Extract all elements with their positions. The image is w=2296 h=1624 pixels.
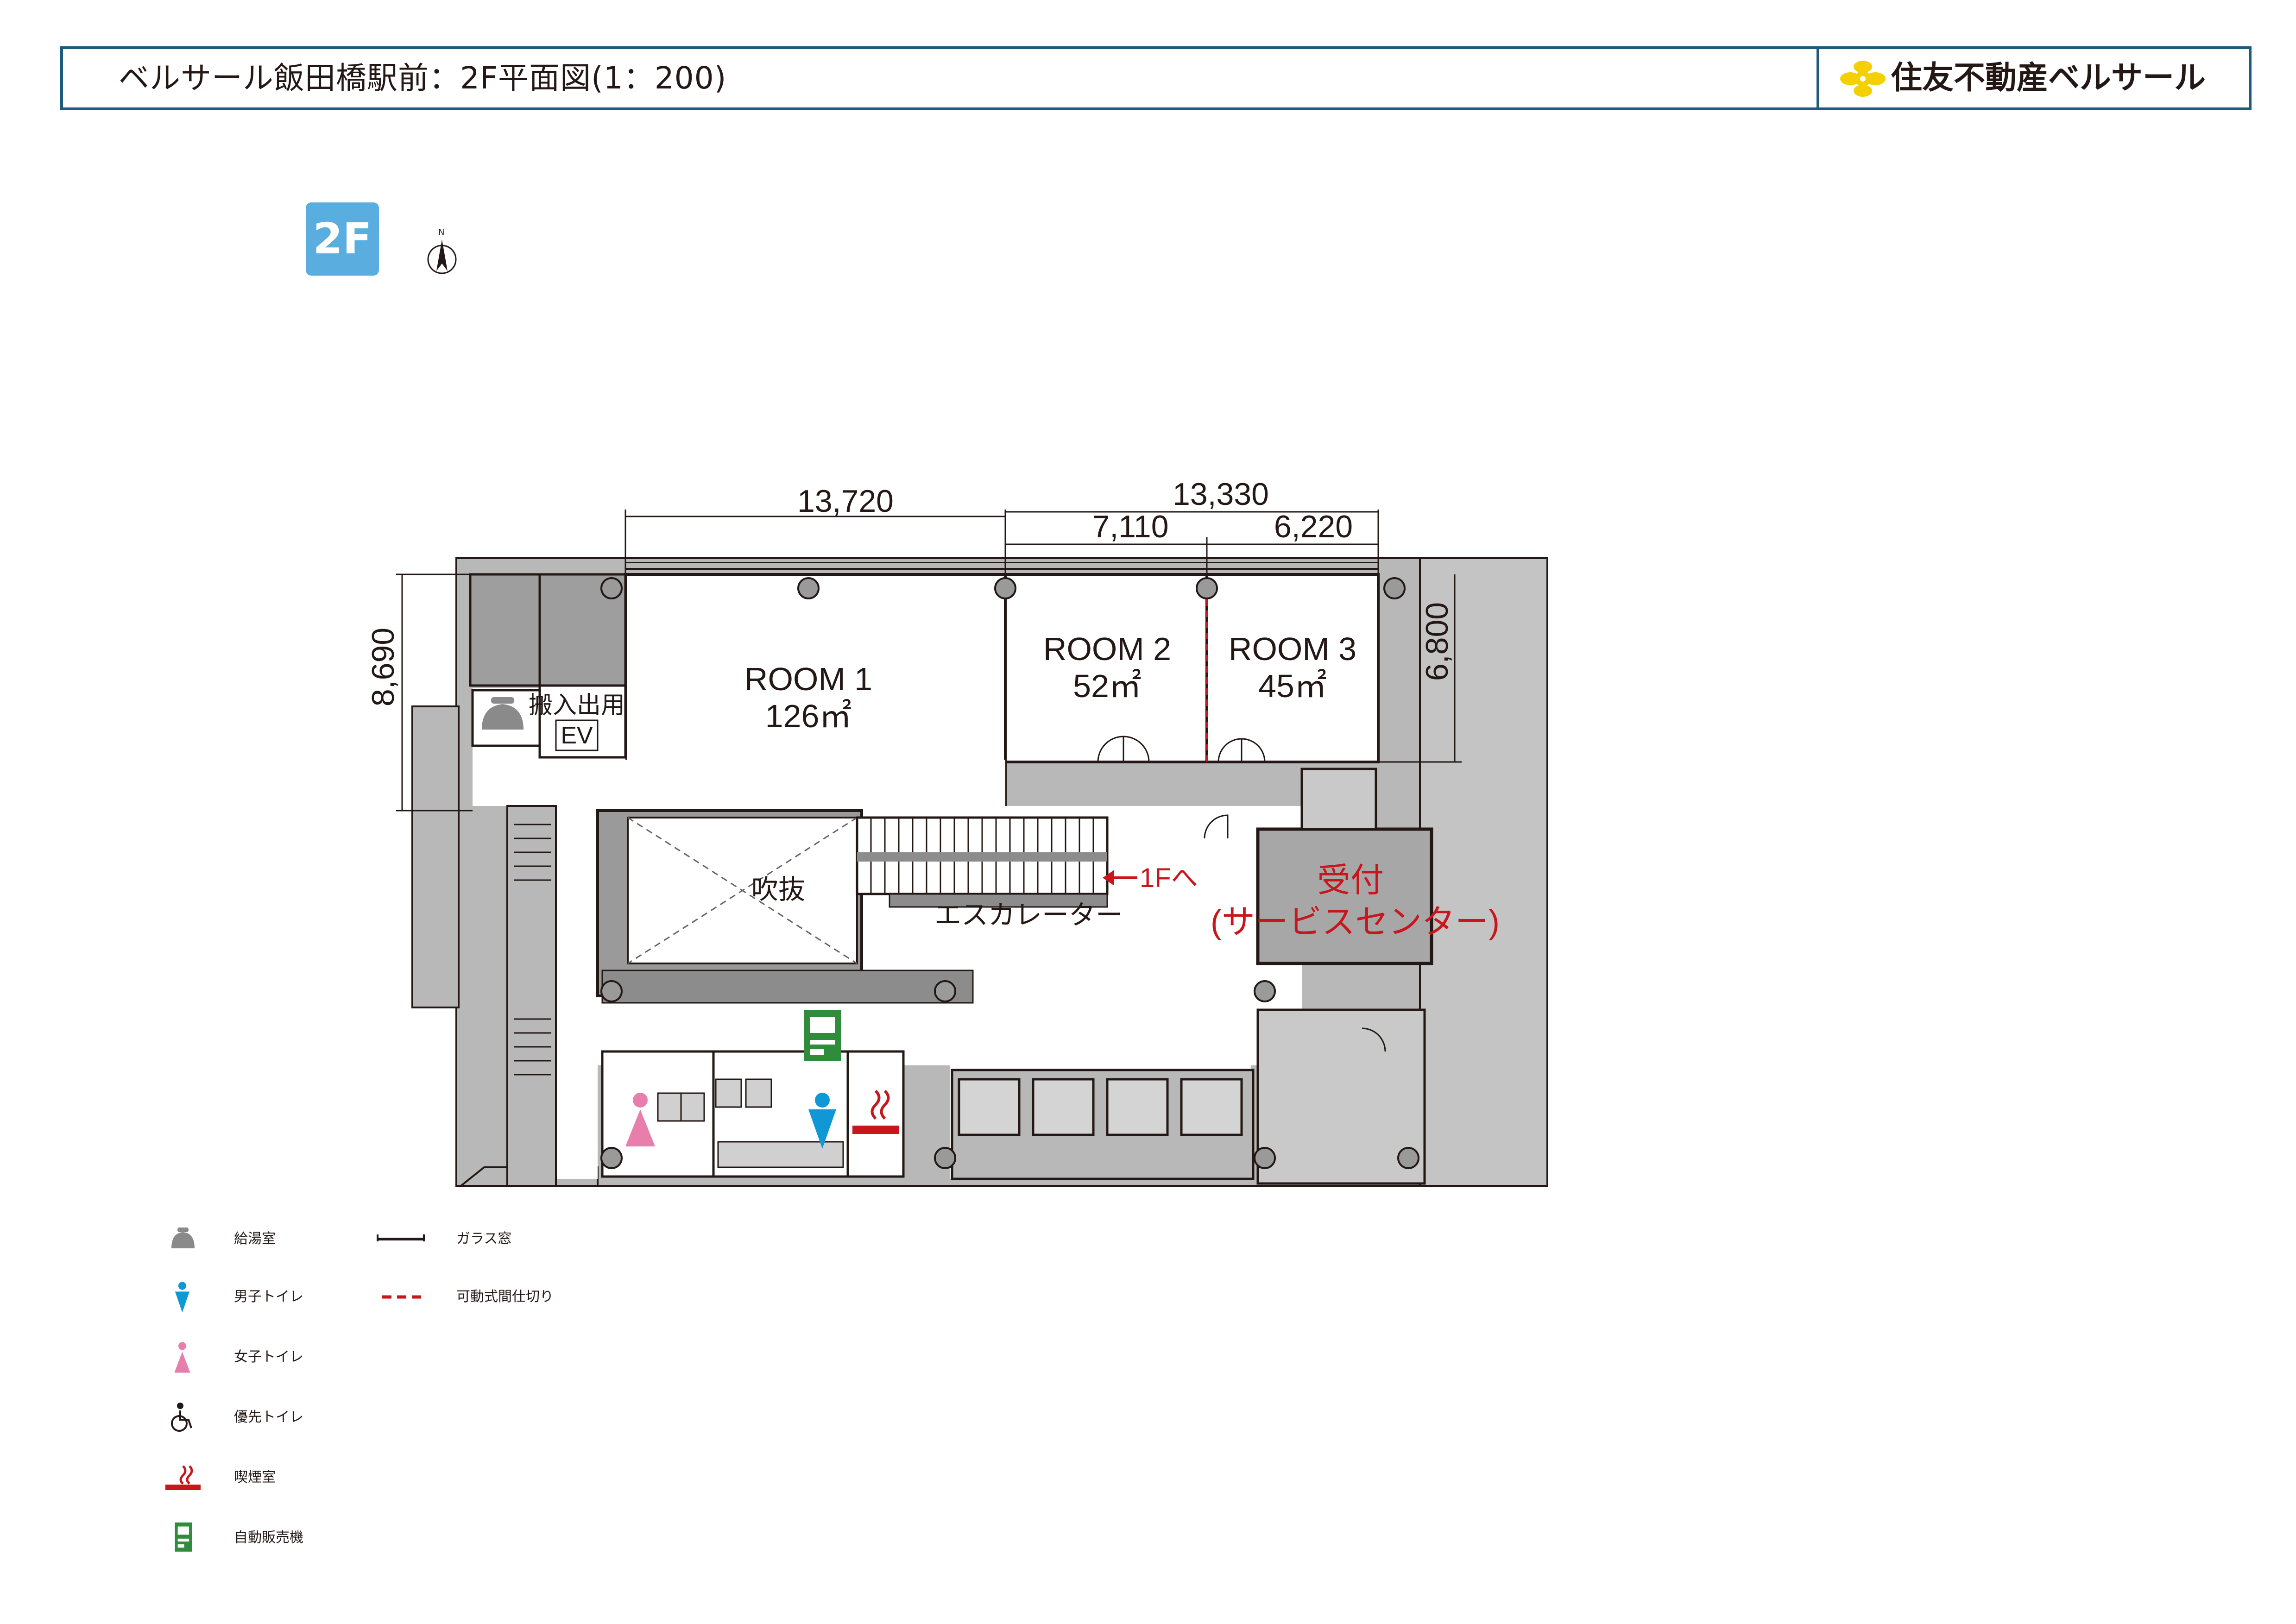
freight-ev-label: 搬入出用 (529, 692, 625, 719)
left-stairs (506, 805, 557, 1187)
service-rooms (469, 573, 627, 759)
movable-partition-line (382, 1295, 422, 1299)
legend-label: 喫煙室 (234, 1469, 276, 1486)
dim-right-depth: 6,800 (1419, 602, 1455, 681)
reception-label: 受付 (1317, 862, 1384, 899)
room3-area: 45㎡ (1258, 668, 1327, 704)
room1-area: 126㎡ (765, 698, 852, 734)
vending-machine-icon (804, 1010, 841, 1061)
dim-room3-width: 6,220 (1274, 509, 1353, 544)
atrium-label: 吹抜 (751, 875, 805, 905)
room2-area: 52㎡ (1073, 668, 1142, 704)
smoking-icon (165, 1465, 201, 1490)
kettle-icon (171, 1227, 195, 1248)
reception-sublabel: (サービスセンター) (1211, 904, 1500, 941)
women-toilet-icon (174, 1342, 190, 1373)
dim-left-depth: 8,690 (366, 628, 401, 706)
floor-plan: 13,720 13,330 7,110 6,220 8,690 6,800 RO… (366, 477, 1548, 1187)
to-1f-label: 1Fへ (1140, 863, 1198, 893)
legend-label: 男子トイレ (234, 1289, 303, 1305)
escalator-label: エスカレーター (934, 900, 1123, 930)
room1-name: ROOM 1 (744, 661, 872, 697)
vending-machine-icon (175, 1522, 192, 1552)
dim-room23-total: 13,330 (1173, 477, 1269, 512)
legend-label: ガラス窓 (456, 1231, 512, 1247)
glass-window-line (377, 1234, 425, 1241)
legend-label: 自動販売機 (234, 1530, 303, 1546)
legend-label: 女子トイレ (234, 1349, 303, 1365)
room2-name: ROOM 2 (1043, 631, 1171, 667)
men-toilet-icon (175, 1282, 189, 1313)
dim-room1-width: 13,720 (797, 484, 894, 519)
wheelchair-icon (171, 1403, 192, 1432)
escalator (856, 816, 1109, 908)
freight-ev-sublabel: EV (561, 722, 593, 749)
toilet-area (601, 1050, 905, 1178)
legend-label: 給湯室 (234, 1231, 276, 1247)
dim-room2-width: 7,110 (1092, 509, 1168, 544)
room3-name: ROOM 3 (1229, 631, 1356, 667)
legend-label: 可動式間仕切り (456, 1289, 554, 1305)
legend-label: 優先トイレ (234, 1409, 303, 1425)
